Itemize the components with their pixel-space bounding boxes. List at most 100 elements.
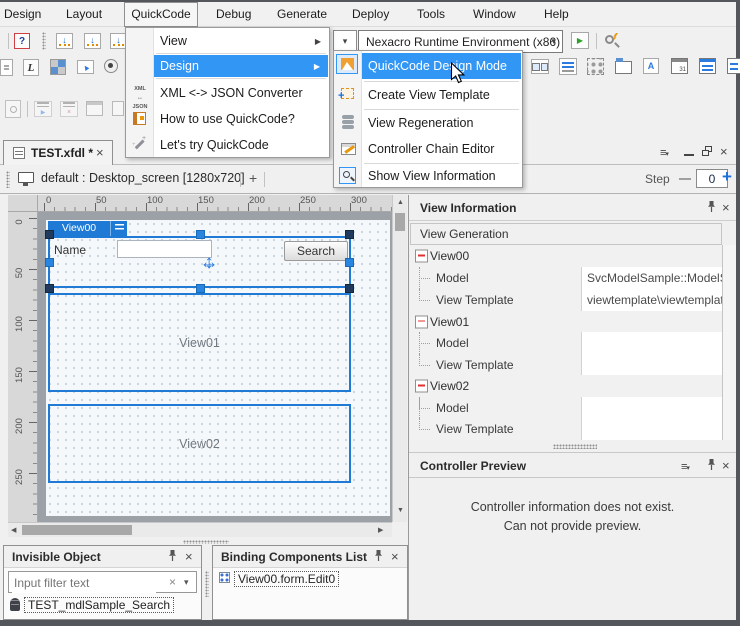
- close-icon[interactable]: ×: [722, 201, 730, 214]
- menu-window[interactable]: Window: [473, 7, 516, 21]
- help-question-icon[interactable]: ?: [14, 33, 30, 49]
- menu-deploy[interactable]: Deploy: [352, 7, 389, 21]
- install-module-icon[interactable]: ↓: [84, 33, 101, 49]
- close-icon[interactable]: ×: [391, 550, 399, 563]
- menu-design[interactable]: Design: [4, 7, 41, 21]
- collapse-icon[interactable]: [415, 315, 428, 328]
- install-module-icon[interactable]: ↓: [56, 33, 73, 49]
- grid-component-icon[interactable]: [50, 59, 66, 75]
- horizontal-scrollbar[interactable]: ◀ ▶: [8, 522, 392, 537]
- scroll-down-icon[interactable]: ▼: [397, 507, 404, 514]
- menu-item-how-to-use[interactable]: How to use QuickCode?: [126, 106, 329, 132]
- selection-handle[interactable]: [45, 258, 54, 267]
- group-row-view01[interactable]: View01: [410, 311, 722, 333]
- splitter-grip[interactable]: [205, 571, 209, 597]
- selection-handle[interactable]: [196, 284, 205, 293]
- collapse-icon[interactable]: [415, 250, 428, 263]
- splitter-grip[interactable]: [183, 540, 229, 544]
- doc-lines-icon[interactable]: ≣: [0, 59, 13, 76]
- splitter-grip[interactable]: [553, 444, 597, 449]
- invisible-object-item[interactable]: TEST_mdlSample_Search: [24, 597, 174, 613]
- run-launch-icon[interactable]: ▶: [571, 32, 589, 49]
- binding-component-item[interactable]: View00.form.Edit0: [234, 571, 339, 587]
- view00-title-tab[interactable]: View00: [48, 221, 110, 236]
- selection-handle[interactable]: [345, 230, 354, 239]
- radio-button-icon[interactable]: [104, 59, 118, 73]
- property-row-template[interactable]: View Template: [410, 354, 722, 376]
- panel-menu-icon[interactable]: ≡▾: [660, 145, 676, 159]
- checkbox-component-icon[interactable]: [531, 59, 549, 74]
- window-cursor-icon[interactable]: ▲: [77, 60, 94, 74]
- menu-layout[interactable]: Layout: [66, 7, 102, 21]
- calendar-icon[interactable]: 31: [671, 58, 688, 74]
- filter-input[interactable]: [12, 573, 156, 593]
- menu-help[interactable]: Help: [544, 7, 569, 21]
- menu-generate[interactable]: Generate: [277, 7, 327, 21]
- scroll-up-icon[interactable]: ▲: [397, 199, 404, 206]
- listbox-component-icon[interactable]: [559, 58, 577, 75]
- menu-item-view[interactable]: View ▶: [126, 30, 329, 52]
- group-row-view02[interactable]: View02: [410, 375, 722, 398]
- menu-tools[interactable]: Tools: [417, 7, 445, 21]
- tab-test-xfdl[interactable]: TEST.xfdl * ×: [3, 140, 113, 166]
- window-panel-icon[interactable]: [86, 101, 103, 116]
- toolbar-grip[interactable]: [6, 171, 10, 188]
- restore-icon[interactable]: [702, 146, 712, 156]
- filter-input-box[interactable]: × ▾: [8, 571, 197, 593]
- toolbar-grip[interactable]: [42, 32, 46, 50]
- property-row-template[interactable]: View Template: [410, 418, 722, 441]
- static-text-icon[interactable]: L: [23, 59, 39, 76]
- chevron-down-icon[interactable]: ▾: [184, 577, 189, 588]
- property-value[interactable]: SvcModelSample::ModelServic...: [581, 267, 722, 289]
- tab-close-icon[interactable]: ×: [96, 146, 104, 159]
- property-value[interactable]: [581, 354, 722, 375]
- panel-menu-icon[interactable]: ≡▾: [681, 459, 690, 473]
- property-row-model[interactable]: Model: [410, 397, 722, 419]
- list-clear-icon[interactable]: ×: [60, 101, 78, 117]
- horizontal-scroll-thumb[interactable]: [22, 525, 132, 535]
- bottom-splitter[interactable]: [0, 538, 408, 545]
- vertical-scroll-thumb[interactable]: [395, 213, 405, 231]
- clipboard-icon[interactable]: [727, 58, 740, 74]
- panel-splitter[interactable]: [409, 440, 736, 452]
- close-icon[interactable]: ×: [185, 550, 193, 563]
- selection-area-icon[interactable]: [587, 58, 604, 75]
- property-value[interactable]: [581, 332, 722, 354]
- step-minus-button[interactable]: [679, 178, 691, 180]
- menu-quickcode-active[interactable]: QuickCode: [124, 2, 198, 27]
- selection-handle[interactable]: [45, 230, 54, 239]
- submenu-item-view-regeneration[interactable]: View Regeneration: [334, 110, 522, 136]
- list-run-icon[interactable]: ▶: [34, 101, 52, 117]
- property-row-template[interactable]: View Template viewtemplate\viewtemplate\…: [410, 289, 722, 312]
- view00-container[interactable]: Name Search ↔ ↕: [48, 236, 351, 288]
- textarea-component-icon[interactable]: A: [643, 58, 659, 74]
- partial-toolbar-icon[interactable]: [112, 101, 124, 116]
- submenu-item-create-view-template[interactable]: + Create View Template: [334, 82, 522, 108]
- submenu-item-show-view-information[interactable]: Show View Information: [334, 164, 522, 188]
- menu-item-lets-try[interactable]: ++ Let's try QuickCode: [126, 132, 329, 157]
- submenu-item-quickcode-design-mode[interactable]: QuickCode Design Mode: [362, 53, 521, 79]
- minimize-icon[interactable]: [684, 154, 694, 156]
- view01-container[interactable]: View01: [48, 293, 351, 392]
- quickcode-search-icon[interactable]: [603, 32, 621, 50]
- scroll-right-icon[interactable]: ▶: [378, 526, 383, 534]
- selection-handle[interactable]: [345, 258, 354, 267]
- selection-handle[interactable]: [345, 284, 354, 293]
- tab-component-icon[interactable]: [615, 61, 632, 74]
- pin-icon[interactable]: [706, 200, 717, 216]
- menu-debug[interactable]: Debug: [216, 7, 251, 21]
- group-row-view00[interactable]: View00: [410, 245, 722, 268]
- bottom-panel-splitter[interactable]: [202, 545, 212, 620]
- close-icon[interactable]: ×: [722, 459, 730, 472]
- view00-menu-icon[interactable]: [110, 221, 127, 236]
- step-plus-button[interactable]: +: [722, 167, 732, 187]
- clear-filter-icon[interactable]: ×: [169, 575, 176, 589]
- find-in-document-icon[interactable]: [5, 100, 21, 118]
- property-value[interactable]: [581, 418, 722, 440]
- view02-container[interactable]: View02: [48, 404, 351, 483]
- pin-icon[interactable]: [373, 549, 384, 565]
- monthcalendar-icon[interactable]: [699, 58, 716, 74]
- vertical-scrollbar[interactable]: ▲ ▼: [392, 195, 407, 522]
- pin-icon[interactable]: [706, 458, 717, 474]
- property-row-model[interactable]: Model SvcModelSample::ModelServic...: [410, 267, 722, 290]
